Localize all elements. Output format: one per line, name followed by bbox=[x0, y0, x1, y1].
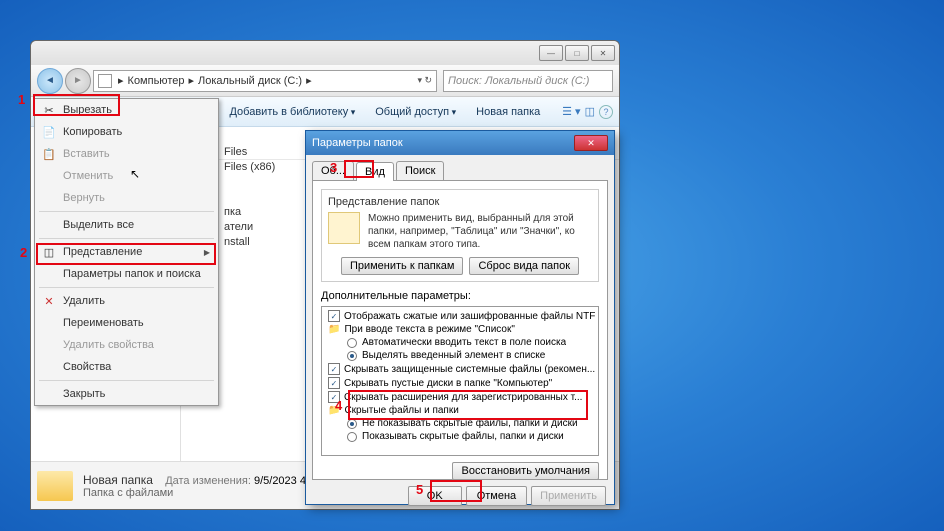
min-button[interactable]: — bbox=[539, 45, 563, 61]
navbar: ◄ ► ▸ Компьютер ▸ Локальный диск (C:) ▸ … bbox=[31, 65, 619, 97]
dialog-titlebar[interactable]: Параметры папок ✕ bbox=[306, 131, 614, 155]
adv-row-label: Выделять введенный элемент в списке bbox=[362, 350, 545, 361]
folder-icon bbox=[37, 471, 73, 501]
adv-row[interactable]: Показывать скрытые файлы, папки и диски bbox=[324, 430, 596, 443]
menu-undo: Отменить↖ bbox=[35, 165, 218, 187]
address-bar[interactable]: ▸ Компьютер ▸ Локальный диск (C:) ▸ ▾ ↻ bbox=[93, 70, 437, 92]
apply-folders-button[interactable]: Применить к папкам bbox=[341, 257, 464, 275]
close-button[interactable]: ✕ bbox=[591, 45, 615, 61]
radio-icon[interactable] bbox=[347, 432, 357, 442]
max-button[interactable]: □ bbox=[565, 45, 589, 61]
crumb-computer[interactable]: Компьютер bbox=[126, 75, 187, 87]
menu-close[interactable]: Закрыть bbox=[35, 383, 218, 405]
view-icon[interactable]: ☰ ▾ bbox=[562, 105, 580, 119]
adv-row-label: Показывать скрытые файлы, папки и диски bbox=[362, 431, 564, 442]
menu-cut[interactable]: ✂Вырезать bbox=[35, 99, 218, 121]
explorer-titlebar: — □ ✕ bbox=[31, 41, 619, 65]
adv-row[interactable]: ✓ Скрывать пустые диски в папке "Компьюте… bbox=[324, 376, 596, 390]
adv-row-label: Скрывать расширения для зарегистрированн… bbox=[344, 392, 582, 403]
advanced-label: Дополнительные параметры: bbox=[321, 290, 599, 302]
search-input[interactable]: Поиск: Локальный диск (C:) bbox=[443, 70, 613, 92]
menu-selectall[interactable]: Выделить все bbox=[35, 214, 218, 236]
checkbox-icon[interactable]: ✓ bbox=[328, 363, 340, 375]
checkbox-icon[interactable]: ✓ bbox=[328, 377, 340, 389]
adv-row[interactable]: ✓ Отображать сжатые или зашифрованные фай… bbox=[324, 309, 596, 323]
folder-view-icon bbox=[328, 212, 360, 244]
menu-properties[interactable]: Свойства bbox=[35, 356, 218, 378]
adv-row[interactable]: Выделять введенный элемент в списке bbox=[324, 349, 596, 362]
apply-button[interactable]: Применить bbox=[531, 486, 606, 506]
file-fragments: Files Files (x86) пка атели nstall bbox=[224, 145, 275, 250]
callout-3: 3 bbox=[330, 160, 337, 175]
status-type: Папка с файлами bbox=[83, 487, 341, 499]
group-title: Представление папок bbox=[328, 196, 592, 208]
newfolder-button[interactable]: Новая папка bbox=[468, 103, 548, 121]
back-button[interactable]: ◄ bbox=[37, 68, 63, 94]
callout-2: 2 bbox=[20, 245, 27, 260]
cursor-icon: ↖ bbox=[130, 167, 140, 181]
adv-row-label: Автоматически вводить текст в поле поиск… bbox=[362, 337, 566, 348]
adv-row[interactable]: ✓Скрывать расширения для зарегистрирован… bbox=[324, 390, 596, 404]
radio-icon[interactable] bbox=[347, 419, 357, 429]
computer-icon bbox=[98, 74, 112, 88]
menu-delete[interactable]: ✕Удалить bbox=[35, 290, 218, 312]
folder-tree-icon: 📁 bbox=[328, 324, 340, 335]
tab-search[interactable]: Поиск bbox=[396, 161, 444, 180]
adv-row[interactable]: ✓ Скрывать защищенные системные файлы (ре… bbox=[324, 362, 596, 376]
organize-menu: ✂Вырезать 📄Копировать 📋Вставить Отменить… bbox=[34, 98, 219, 406]
tab-view[interactable]: Вид bbox=[356, 162, 394, 181]
share-button[interactable]: Общий доступ bbox=[367, 103, 464, 121]
help-icon[interactable]: ? bbox=[599, 105, 613, 119]
adv-row[interactable]: Не показывать скрытые файлы, папки и дис… bbox=[324, 417, 596, 430]
menu-removeprops: Удалить свойства bbox=[35, 334, 218, 356]
menu-rename[interactable]: Переименовать bbox=[35, 312, 218, 334]
adv-row[interactable]: 📁Скрытые файлы и папки bbox=[324, 404, 596, 417]
menu-layout[interactable]: ◫Представление▶ bbox=[35, 241, 218, 263]
crumb-drive[interactable]: Локальный диск (C:) bbox=[196, 75, 304, 87]
restore-defaults-button[interactable]: Восстановить умолчания bbox=[452, 462, 599, 480]
include-button[interactable]: Добавить в библиотеку bbox=[221, 103, 363, 121]
advanced-list[interactable]: ✓ Отображать сжатые или зашифрованные фай… bbox=[321, 306, 599, 456]
cancel-button[interactable]: Отмена bbox=[466, 486, 527, 506]
adv-row-label: При вводе текста в режиме "Список" bbox=[344, 324, 514, 335]
adv-row[interactable]: Автоматически вводить текст в поле поиск… bbox=[324, 336, 596, 349]
adv-row-label: Отображать сжатые или зашифрованные файл… bbox=[344, 311, 595, 322]
adv-row-label: Не показывать скрытые файлы, папки и дис… bbox=[362, 418, 578, 429]
callout-4: 4 bbox=[335, 398, 342, 413]
dialog-close-button[interactable]: ✕ bbox=[574, 135, 608, 151]
forward-button[interactable]: ► bbox=[65, 68, 91, 94]
checkbox-icon[interactable]: ✓ bbox=[328, 310, 340, 322]
reset-folders-button[interactable]: Сброс вида папок bbox=[469, 257, 579, 275]
menu-copy[interactable]: 📄Копировать bbox=[35, 121, 218, 143]
callout-1: 1 bbox=[18, 92, 25, 107]
adv-row-label: Скрытые файлы и папки bbox=[344, 405, 458, 416]
adv-row[interactable]: 📁 При вводе текста в режиме "Список" bbox=[324, 323, 596, 336]
callout-5: 5 bbox=[416, 482, 423, 497]
dialog-body: Представление папок Можно применить вид,… bbox=[312, 180, 608, 480]
folder-view-group: Представление папок Можно применить вид,… bbox=[321, 189, 599, 282]
menu-paste: 📋Вставить bbox=[35, 143, 218, 165]
menu-redo: Вернуть bbox=[35, 187, 218, 209]
tab-strip: Об... Вид Поиск bbox=[306, 155, 614, 180]
dialog-title: Параметры папок bbox=[312, 137, 403, 149]
adv-row-label: Скрывать пустые диски в папке "Компьютер… bbox=[344, 378, 552, 389]
radio-icon[interactable] bbox=[347, 338, 357, 348]
pane-icon[interactable]: ◫ bbox=[585, 105, 595, 119]
folder-options-dialog: Параметры папок ✕ Об... Вид Поиск Предст… bbox=[305, 130, 615, 505]
menu-folder-options[interactable]: Параметры папок и поиска bbox=[35, 263, 218, 285]
adv-row-label: Скрывать защищенные системные файлы (рек… bbox=[344, 364, 595, 375]
status-name: Новая папка bbox=[83, 473, 153, 487]
radio-icon[interactable] bbox=[347, 351, 357, 361]
